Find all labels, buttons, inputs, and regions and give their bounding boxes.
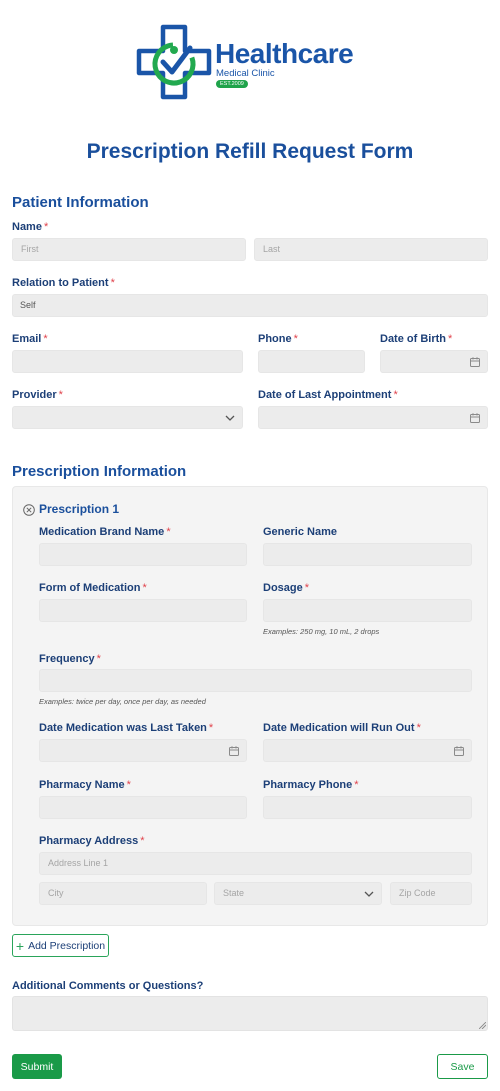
phone-label: Phone * xyxy=(258,333,298,345)
dob-input[interactable] xyxy=(380,350,488,373)
comments-label: Additional Comments or Questions? xyxy=(12,980,204,992)
phone-input[interactable] xyxy=(258,350,365,373)
last-appointment-input[interactable] xyxy=(258,406,488,429)
relation-input[interactable]: Self xyxy=(12,294,488,317)
plus-icon: + xyxy=(15,937,25,954)
chevron-down-icon xyxy=(364,891,374,897)
patient-section-title: Patient Information xyxy=(12,194,149,211)
medical-cross-logo-icon xyxy=(136,24,212,100)
dosage-hint: Examples: 250 mg, 10 mL, 2 drops xyxy=(263,627,380,636)
dosage-label: Dosage * xyxy=(263,582,310,594)
dosage-input[interactable] xyxy=(263,599,472,622)
frequency-hint: Examples: twice per day, once per day, a… xyxy=(39,697,206,706)
brand-name-label: Medication Brand Name * xyxy=(39,526,171,538)
frequency-input[interactable] xyxy=(39,669,472,692)
prescription-item-title: Prescription 1 xyxy=(39,502,120,516)
run-out-label: Date Medication will Run Out * xyxy=(263,722,421,734)
last-name-input[interactable]: Last xyxy=(254,238,488,261)
logo-subtitle: Medical Clinic xyxy=(216,68,275,79)
frequency-label: Frequency * xyxy=(39,653,101,665)
calendar-icon[interactable] xyxy=(470,413,480,423)
logo-title: Healthcare xyxy=(215,38,354,69)
pharmacy-name-input[interactable] xyxy=(39,796,247,819)
state-select[interactable]: State xyxy=(214,882,382,905)
generic-name-input[interactable] xyxy=(263,543,472,566)
prescription-section-title: Prescription Information xyxy=(12,463,187,480)
pharmacy-phone-label: Pharmacy Phone * xyxy=(263,779,359,791)
provider-select[interactable] xyxy=(12,406,243,429)
email-input[interactable] xyxy=(12,350,243,373)
submit-button[interactable]: Submit xyxy=(12,1054,62,1079)
email-label: Email * xyxy=(12,333,48,345)
provider-label: Provider * xyxy=(12,389,63,401)
dob-label: Date of Birth * xyxy=(380,333,453,345)
chevron-down-icon xyxy=(225,415,235,421)
medication-form-label: Form of Medication * xyxy=(39,582,147,594)
pharmacy-address-label: Pharmacy Address * xyxy=(39,835,145,847)
run-out-input[interactable] xyxy=(263,739,472,762)
medication-form-input[interactable] xyxy=(39,599,247,622)
city-input[interactable]: City xyxy=(39,882,207,905)
last-taken-input[interactable] xyxy=(39,739,247,762)
relation-label: Relation to Patient * xyxy=(12,277,115,289)
save-button[interactable]: Save xyxy=(437,1054,488,1079)
comments-textarea[interactable] xyxy=(12,996,488,1031)
first-name-input[interactable]: First xyxy=(12,238,246,261)
pharmacy-phone-input[interactable] xyxy=(263,796,472,819)
address-line1-input[interactable]: Address Line 1 xyxy=(39,852,472,875)
calendar-icon[interactable] xyxy=(470,357,480,367)
last-taken-label: Date Medication was Last Taken * xyxy=(39,722,214,734)
generic-name-label: Generic Name xyxy=(263,526,337,538)
zip-input[interactable]: Zip Code xyxy=(390,882,472,905)
pharmacy-name-label: Pharmacy Name * xyxy=(39,779,131,791)
name-label: Name * xyxy=(12,221,49,233)
calendar-icon[interactable] xyxy=(229,746,239,756)
brand-name-input[interactable] xyxy=(39,543,247,566)
add-prescription-button[interactable]: + Add Prescription xyxy=(12,934,109,957)
logo-established-badge: EST.2009 xyxy=(216,80,248,88)
last-appointment-label: Date of Last Appointment * xyxy=(258,389,398,401)
close-circle-icon[interactable] xyxy=(23,504,35,516)
calendar-icon[interactable] xyxy=(454,746,464,756)
form-title: Prescription Refill Request Form xyxy=(86,140,414,163)
resize-grip-icon[interactable] xyxy=(479,1022,486,1029)
